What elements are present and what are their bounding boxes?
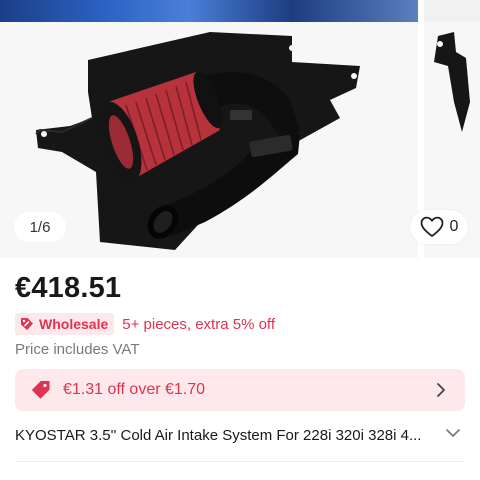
heart-outline-icon xyxy=(420,216,443,237)
wholesale-badge: Wholesale xyxy=(15,313,115,335)
product-image-gallery[interactable]: 1/6 0 xyxy=(0,0,480,258)
product-title-row[interactable]: KYOSTAR 3.5'' Cold Air Intake System For… xyxy=(15,424,465,446)
image-counter: 1/6 xyxy=(14,212,66,242)
wholesale-tag-icon xyxy=(21,318,33,330)
car-photo-strip xyxy=(0,0,418,22)
favorite-count: 0 xyxy=(449,218,459,235)
next-photo-strip xyxy=(424,0,480,22)
wholesale-label: Wholesale xyxy=(39,316,109,332)
wholesale-offer-text: 5+ pieces, extra 5% off xyxy=(122,315,275,333)
coupon-banner[interactable]: €1.31 off over €1.70 xyxy=(15,369,465,411)
product-title: KYOSTAR 3.5'' Cold Air Intake System For… xyxy=(15,426,422,444)
favorite-button[interactable]: 0 xyxy=(410,210,468,244)
divider xyxy=(15,461,465,462)
chevron-right-icon xyxy=(437,383,445,397)
product-price: €418.51 xyxy=(15,272,122,304)
coupon-text: €1.31 off over €1.70 xyxy=(63,381,206,398)
price-tag-icon xyxy=(32,381,50,399)
wholesale-row: Wholesale 5+ pieces, extra 5% off xyxy=(15,312,275,336)
image-counter-text: 1/6 xyxy=(29,218,51,236)
chevron-down-icon[interactable] xyxy=(445,427,461,439)
vat-note: Price includes VAT xyxy=(15,341,140,358)
